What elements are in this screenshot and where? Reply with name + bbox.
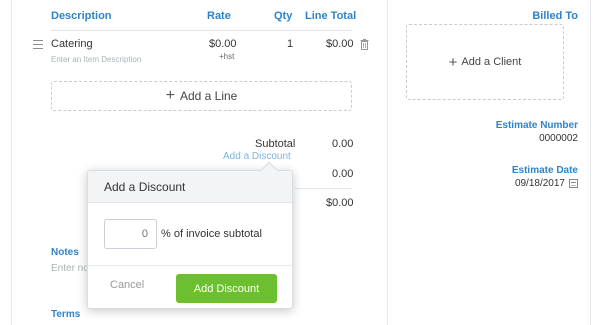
add-client-label: Add a Client	[461, 56, 522, 68]
notes-label: Notes	[51, 247, 79, 258]
rate-header: Rate	[207, 10, 231, 22]
column-divider	[387, 0, 388, 325]
add-line-label: Add a Line	[179, 89, 238, 103]
item-rate-field[interactable]: $0.00	[209, 38, 237, 50]
drag-handle-icon[interactable]	[33, 40, 43, 49]
item-description-field[interactable]: Enter an Item Description	[51, 55, 141, 64]
item-line-total: $0.00	[326, 38, 354, 50]
trash-icon[interactable]	[360, 39, 369, 50]
line-total-header: Line Total	[305, 10, 357, 22]
subtotal-label: Subtotal	[255, 138, 296, 150]
discount-suffix-label: % of invoice subtotal	[161, 228, 262, 240]
billed-to-label: Billed To	[532, 10, 578, 22]
estimate-number-field[interactable]: 0000002	[539, 133, 578, 144]
item-tax-label[interactable]: +hst	[219, 52, 234, 61]
plus-icon: +	[448, 53, 458, 71]
subtotal-value: 0.00	[332, 138, 354, 150]
add-discount-button[interactable]: Add Discount	[176, 274, 277, 303]
total-value: $0.00	[326, 197, 354, 209]
item-qty-field[interactable]: 1	[287, 38, 293, 50]
estimate-date-label: Estimate Date	[511, 165, 578, 176]
calendar-icon[interactable]	[569, 179, 578, 188]
discount-percent-input[interactable]	[104, 219, 157, 249]
page-right-edge	[590, 0, 591, 325]
item-name-field[interactable]: Catering	[51, 38, 93, 50]
plus-icon: +	[165, 87, 175, 104]
discount-value: 0.00	[332, 168, 354, 180]
add-client-button[interactable]: + Add a Client	[406, 24, 564, 100]
add-line-button[interactable]: + Add a Line	[51, 81, 352, 111]
description-header: Description	[51, 10, 112, 22]
summary-divider	[295, 188, 352, 189]
terms-label: Terms	[51, 309, 81, 320]
header-divider	[51, 30, 352, 31]
popover-divider	[88, 265, 292, 266]
popover-title: Add a Discount	[88, 171, 292, 203]
add-discount-popover: Add a Discount % of invoice subtotal Can…	[87, 161, 293, 309]
page-left-edge	[11, 0, 12, 325]
qty-header: Qty	[274, 10, 293, 22]
cancel-button[interactable]: Cancel	[110, 279, 144, 291]
estimate-date-value: 09/18/2017	[514, 178, 565, 189]
estimate-date-field[interactable]: 09/18/2017	[515, 178, 578, 189]
add-discount-link[interactable]: Add a Discount	[223, 151, 291, 162]
estimate-number-label: Estimate Number	[495, 120, 578, 131]
